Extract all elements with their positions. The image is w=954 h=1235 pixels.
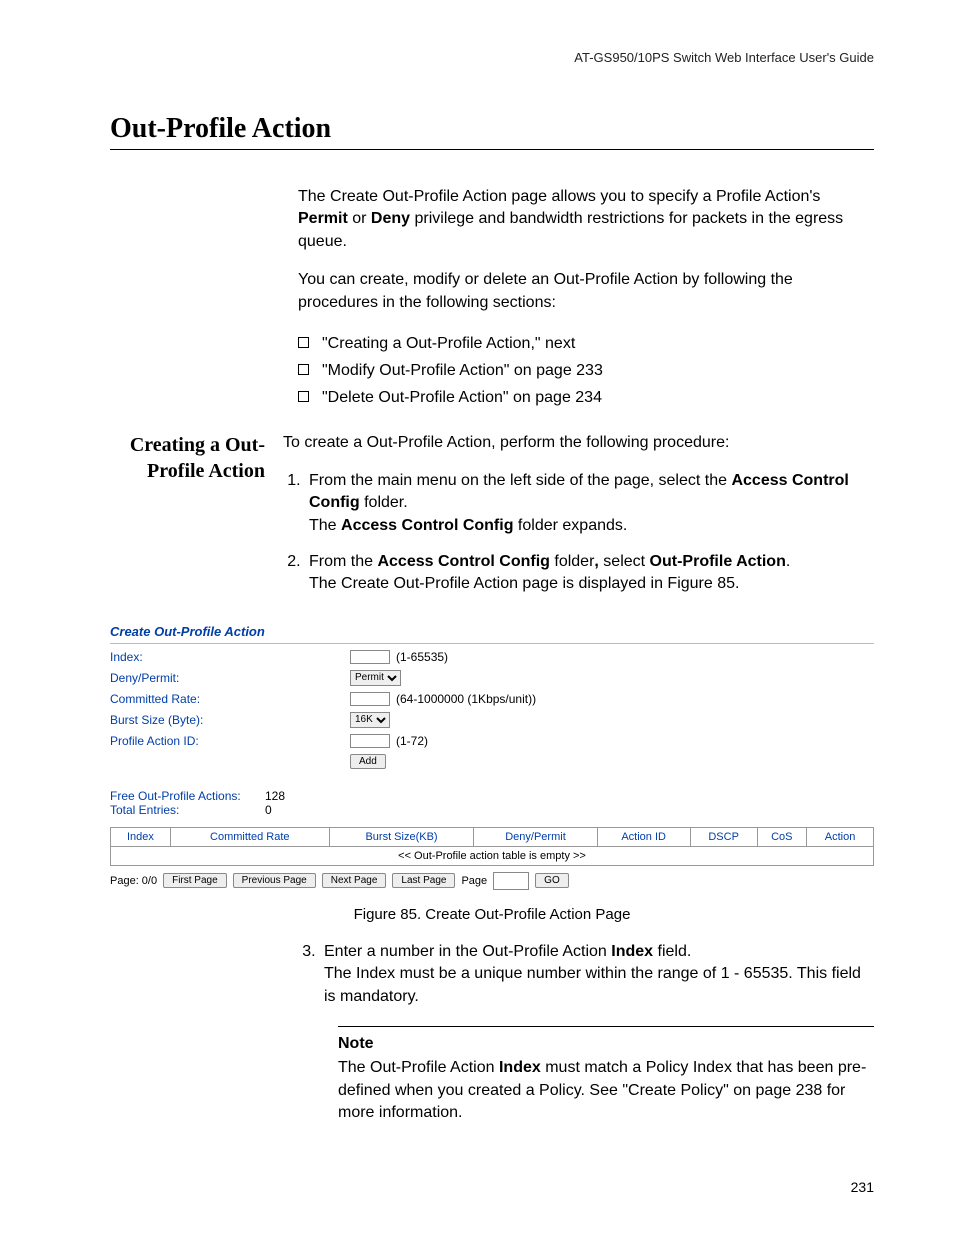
last-page-button[interactable]: Last Page bbox=[392, 873, 455, 888]
step-2: From the Access Control Config folder, s… bbox=[305, 551, 874, 596]
profile-action-id-label: Profile Action ID: bbox=[110, 734, 350, 748]
procedure-intro: To create a Out-Profile Action, perform … bbox=[283, 432, 874, 454]
bold: Index bbox=[611, 943, 653, 960]
next-page-button[interactable]: Next Page bbox=[322, 873, 387, 888]
page-input[interactable] bbox=[493, 872, 529, 890]
step-3: Enter a number in the Out-Profile Action… bbox=[320, 941, 874, 1008]
index-input[interactable] bbox=[350, 650, 390, 664]
bold-permit: Permit bbox=[298, 210, 348, 227]
list-item: "Creating a Out-Profile Action," next bbox=[298, 330, 874, 357]
th-index: Index bbox=[111, 827, 171, 846]
text: The Create Out-Profile Action page is di… bbox=[309, 575, 739, 592]
add-button[interactable]: Add bbox=[350, 754, 386, 769]
pager: Page: 0/0 First Page Previous Page Next … bbox=[110, 872, 874, 890]
text: folder. bbox=[360, 494, 408, 511]
committed-rate-input[interactable] bbox=[350, 692, 390, 706]
steps-list-continued: Enter a number in the Out-Profile Action… bbox=[298, 941, 874, 1008]
index-label: Index: bbox=[110, 650, 350, 664]
text: . bbox=[786, 553, 790, 570]
intro-paragraph-1: The Create Out-Profile Action page allow… bbox=[298, 186, 874, 253]
section-title: Out-Profile Action bbox=[110, 113, 874, 150]
free-actions-value: 128 bbox=[265, 789, 305, 803]
th-cos: CoS bbox=[757, 827, 807, 846]
page-label: Page bbox=[461, 875, 487, 887]
deny-permit-label: Deny/Permit: bbox=[110, 671, 350, 685]
intro-paragraph-2: You can create, modify or delete an Out-… bbox=[298, 269, 874, 314]
previous-page-button[interactable]: Previous Page bbox=[233, 873, 316, 888]
empty-message: << Out-Profile action table is empty >> bbox=[111, 846, 874, 865]
deny-permit-select[interactable]: Permit bbox=[350, 670, 401, 686]
bold: , bbox=[594, 553, 603, 570]
profile-action-id-hint: (1-72) bbox=[396, 734, 428, 748]
go-button[interactable]: GO bbox=[535, 873, 569, 888]
th-action: Action bbox=[807, 827, 874, 846]
th-dscp: DSCP bbox=[690, 827, 757, 846]
burst-size-label: Burst Size (Byte): bbox=[110, 713, 350, 727]
total-entries-label: Total Entries: bbox=[110, 803, 265, 817]
committed-rate-hint: (64-1000000 (1Kbps/unit)) bbox=[396, 692, 536, 706]
note-block: Note The Out-Profile Action Index must m… bbox=[338, 1026, 874, 1125]
text: or bbox=[348, 210, 371, 227]
text: Enter a number in the Out-Profile Action bbox=[324, 943, 611, 960]
text: select bbox=[603, 553, 649, 570]
text: The Create Out-Profile Action page allow… bbox=[298, 188, 820, 205]
text: From the bbox=[309, 553, 377, 570]
th-committed-rate: Committed Rate bbox=[170, 827, 329, 846]
bold: Index bbox=[499, 1059, 541, 1076]
total-entries-value: 0 bbox=[265, 803, 305, 817]
steps-list: From the main menu on the left side of t… bbox=[283, 470, 874, 596]
figure-caption: Figure 85. Create Out-Profile Action Pag… bbox=[110, 906, 874, 923]
figure-85: Create Out-Profile Action Index: (1-6553… bbox=[110, 620, 874, 890]
th-deny-permit: Deny/Permit bbox=[474, 827, 597, 846]
panel-title: Create Out-Profile Action bbox=[110, 620, 874, 644]
free-actions-label: Free Out-Profile Actions: bbox=[110, 789, 265, 803]
text: The bbox=[309, 517, 341, 534]
committed-rate-label: Committed Rate: bbox=[110, 692, 350, 706]
th-action-id: Action ID bbox=[597, 827, 690, 846]
list-item: "Modify Out-Profile Action" on page 233 bbox=[298, 357, 874, 384]
text: field. bbox=[653, 943, 691, 960]
first-page-button[interactable]: First Page bbox=[163, 873, 227, 888]
note-heading: Note bbox=[338, 1035, 374, 1052]
bullet-list: "Creating a Out-Profile Action," next "M… bbox=[298, 330, 874, 412]
bold: Out-Profile Action bbox=[650, 553, 786, 570]
text: The Out-Profile Action bbox=[338, 1059, 499, 1076]
bold: Access Control Config bbox=[377, 553, 549, 570]
index-hint: (1-65535) bbox=[396, 650, 448, 664]
page-number: 231 bbox=[851, 1179, 874, 1195]
step-1: From the main menu on the left side of t… bbox=[305, 470, 874, 537]
bold: Access Control Config bbox=[341, 517, 513, 534]
text: From the main menu on the left side of t… bbox=[309, 472, 731, 489]
text: The Index must be a unique number within… bbox=[324, 965, 861, 1004]
burst-size-select[interactable]: 16K bbox=[350, 712, 390, 728]
page-header: AT-GS950/10PS Switch Web Interface User'… bbox=[110, 50, 874, 65]
side-heading: Creating a Out-Profile Action bbox=[110, 432, 265, 484]
th-burst-size: Burst Size(KB) bbox=[329, 827, 474, 846]
profile-action-id-input[interactable] bbox=[350, 734, 390, 748]
action-table: Index Committed Rate Burst Size(KB) Deny… bbox=[110, 827, 874, 866]
bold-deny: Deny bbox=[371, 210, 410, 227]
list-item: "Delete Out-Profile Action" on page 234 bbox=[298, 384, 874, 411]
text: folder expands. bbox=[513, 517, 627, 534]
text: folder bbox=[550, 553, 594, 570]
page-indicator: Page: 0/0 bbox=[110, 875, 157, 887]
